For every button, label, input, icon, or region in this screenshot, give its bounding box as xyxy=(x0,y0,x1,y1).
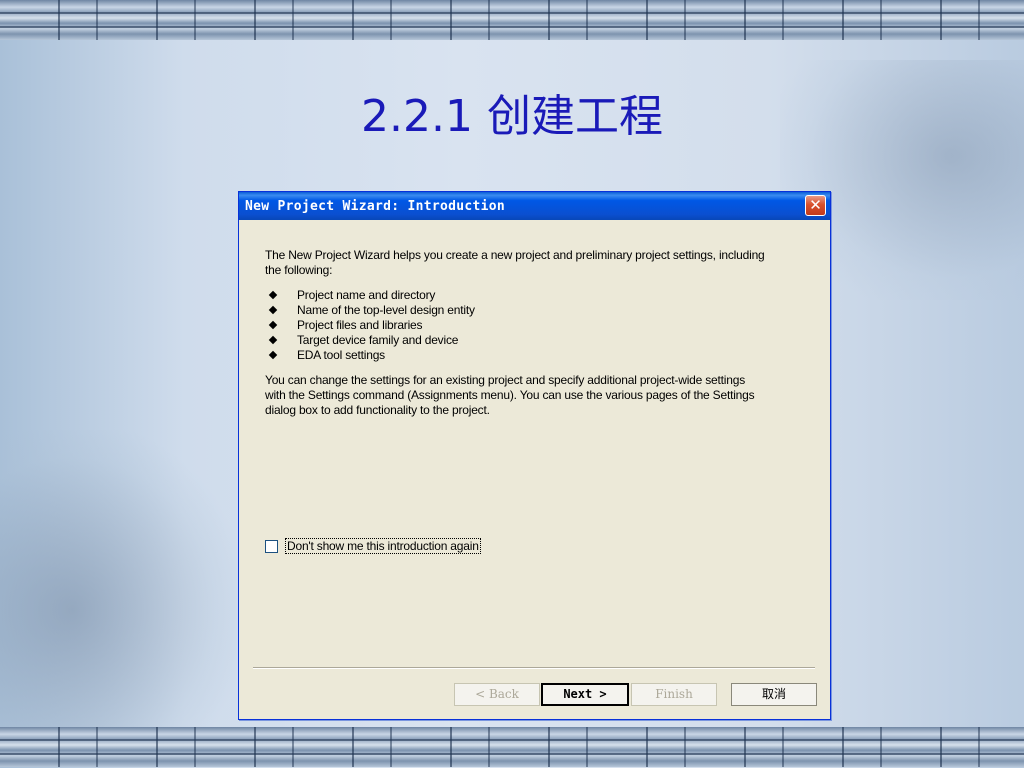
button-separator xyxy=(253,667,815,669)
back-button[interactable]: < Back xyxy=(454,683,540,706)
bullet-icon xyxy=(268,320,278,330)
close-icon: ✕ xyxy=(809,196,822,214)
dialog-content: The New Project Wizard helps you create … xyxy=(265,248,785,418)
next-button[interactable]: Next > xyxy=(541,683,629,706)
dialog-titlebar[interactable]: New Project Wizard: Introduction ✕ xyxy=(239,192,830,220)
list-item: Project name and directory xyxy=(265,288,785,303)
dont-show-again-label[interactable]: Don't show me this introduction again xyxy=(285,538,481,554)
list-item: Project files and libraries xyxy=(265,318,785,333)
slide-title: 2.2.1 创建工程 xyxy=(361,91,663,142)
bullet-icon xyxy=(268,350,278,360)
new-project-wizard-dialog: New Project Wizard: Introduction ✕ The N… xyxy=(238,191,831,720)
feature-list: Project name and directory Name of the t… xyxy=(265,288,785,363)
list-item: EDA tool settings xyxy=(265,348,785,363)
finish-button[interactable]: Finish xyxy=(631,683,717,706)
bullet-icon xyxy=(268,305,278,315)
dialog-title: New Project Wizard: Introduction xyxy=(245,199,506,214)
list-item: Target device family and device xyxy=(265,333,785,348)
bottom-decorative-band xyxy=(0,727,1024,767)
great-wall-decoration-left xyxy=(0,430,240,730)
dont-show-again-option[interactable]: Don't show me this introduction again xyxy=(265,538,481,554)
settings-description: You can change the settings for an exist… xyxy=(265,373,755,417)
top-decorative-band xyxy=(0,0,1024,40)
list-item: Name of the top-level design entity xyxy=(265,303,785,318)
bullet-icon xyxy=(268,290,278,300)
intro-text: The New Project Wizard helps you create … xyxy=(265,248,765,277)
cancel-button[interactable]: 取消 xyxy=(731,683,817,706)
close-button[interactable]: ✕ xyxy=(805,195,826,216)
bullet-icon xyxy=(268,335,278,345)
dont-show-again-checkbox[interactable] xyxy=(265,539,278,553)
